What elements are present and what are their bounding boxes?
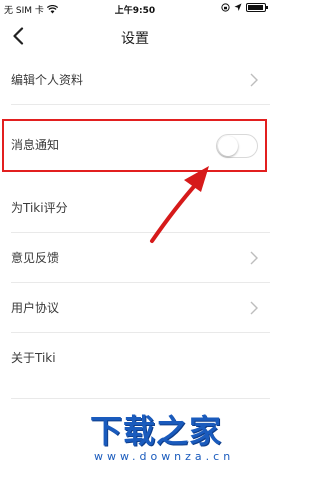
divider <box>11 332 270 333</box>
divider <box>11 282 270 283</box>
settings-item-user-agreement[interactable]: 用户协议 <box>0 284 270 332</box>
settings-item-about-tiki[interactable]: 关于Tiki <box>0 334 270 382</box>
location-icon <box>234 3 242 11</box>
divider <box>11 398 270 399</box>
chevron-right-icon <box>250 73 258 87</box>
lock-rotation-icon <box>221 3 230 12</box>
settings-item-label: 用户协议 <box>11 301 60 315</box>
watermark-url: www.downza.cn <box>94 450 235 463</box>
status-right <box>221 3 268 12</box>
settings-item-label: 为Tiki评分 <box>11 201 68 215</box>
divider <box>11 104 270 105</box>
battery-icon <box>246 3 268 12</box>
settings-item-label: 编辑个人资料 <box>11 73 84 87</box>
page-title: 设置 <box>121 31 149 47</box>
watermark-logo: 下载之家 www.downza.cn <box>90 406 260 470</box>
divider <box>11 232 270 233</box>
highlight-box <box>2 119 267 172</box>
settings-item-rate-tiki[interactable]: 为Tiki评分 <box>0 184 270 232</box>
chevron-right-icon <box>250 251 258 265</box>
status-bar: 无 SIM 卡 上午9:50 <box>0 0 270 18</box>
nav-bar: 设置 <box>0 18 270 56</box>
settings-item-label: 关于Tiki <box>11 351 56 365</box>
settings-item-label: 意见反馈 <box>11 251 60 265</box>
chevron-right-icon <box>250 301 258 315</box>
watermark-title: 下载之家 <box>90 412 223 450</box>
settings-item-feedback[interactable]: 意见反馈 <box>0 234 270 282</box>
settings-item-edit-profile[interactable]: 编辑个人资料 <box>0 56 270 104</box>
